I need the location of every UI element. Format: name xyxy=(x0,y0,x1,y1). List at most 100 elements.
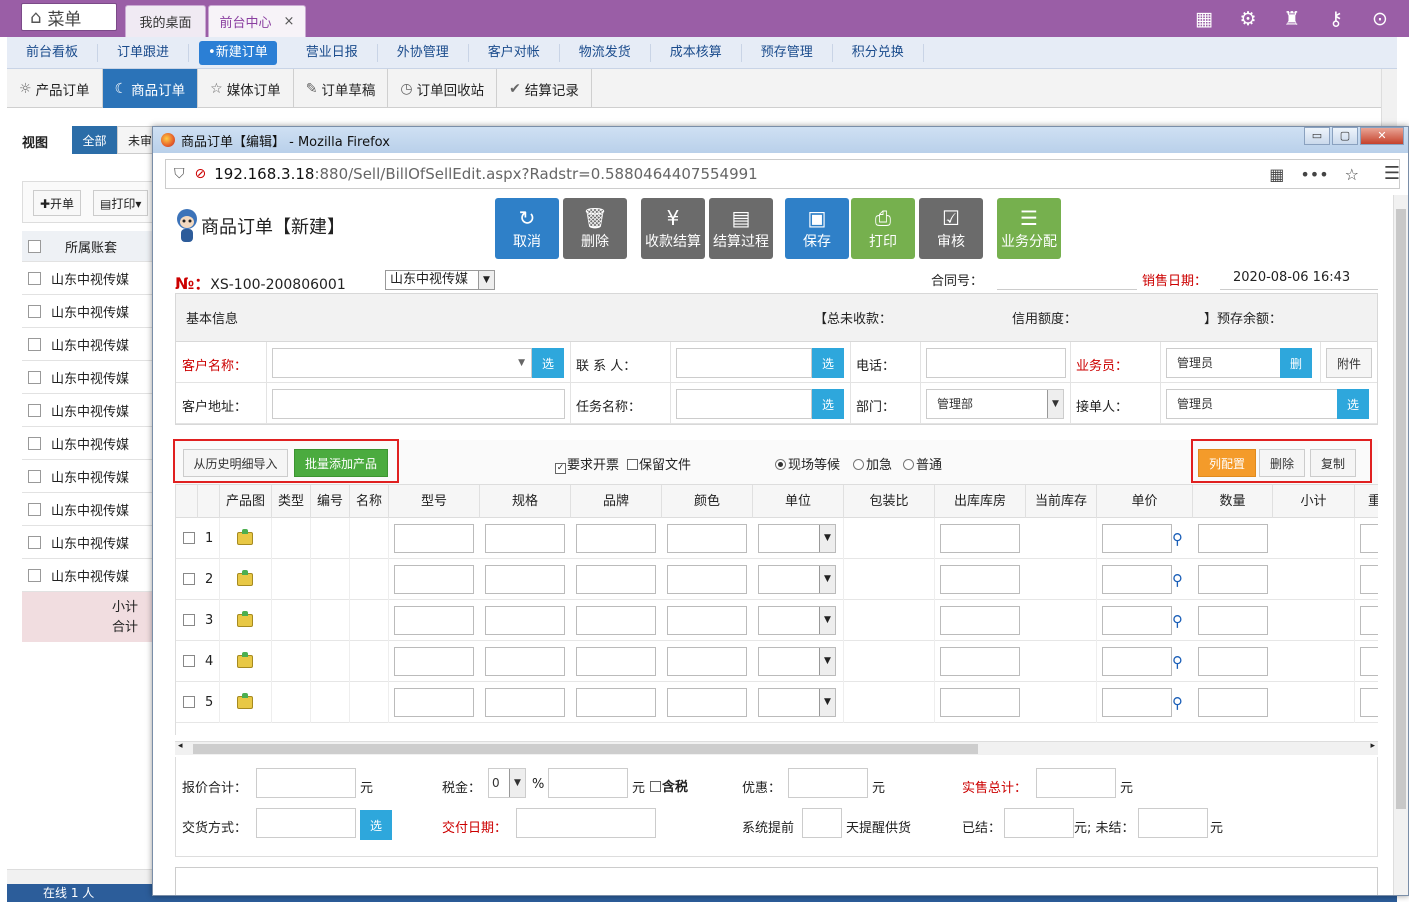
grid-text-input[interactable] xyxy=(485,565,565,594)
list-item[interactable]: 山东中视传媒 xyxy=(22,493,162,526)
grid-text-input[interactable] xyxy=(485,524,565,553)
table-row[interactable]: 4 ▼ ⚲ xyxy=(176,641,1378,682)
discount-input[interactable] xyxy=(788,768,868,798)
weight-input[interactable] xyxy=(1360,688,1378,717)
contact-pick-button[interactable]: 选 xyxy=(812,348,844,378)
department-select[interactable]: 管理部 ▼ xyxy=(926,389,1064,419)
qr-code-icon[interactable]: ▦ xyxy=(1269,165,1284,184)
sale-date-value[interactable]: 2020-08-06 16:43 xyxy=(1233,270,1350,285)
menu-button[interactable]: ⌂ 菜单 xyxy=(21,3,117,31)
chevron-down-icon[interactable]: ⊙ xyxy=(1369,8,1391,30)
column-config-button[interactable]: 列配置 xyxy=(1198,449,1256,477)
row-checkbox[interactable] xyxy=(28,403,41,417)
tab-order-recycle[interactable]: ◷ 订单回收站 xyxy=(388,69,498,108)
row-checkbox[interactable] xyxy=(28,535,41,549)
table-row[interactable]: 1 ▼ ⚲ xyxy=(176,518,1378,559)
task-name-input[interactable] xyxy=(676,389,812,419)
settlement-process-button[interactable]: ▤ 结算过程 xyxy=(709,198,773,259)
row-checkbox[interactable] xyxy=(28,370,41,384)
salesperson-input[interactable]: 管理员 xyxy=(1166,348,1281,378)
search-icon[interactable]: ⚲ xyxy=(1172,571,1183,589)
grid-text-input[interactable] xyxy=(667,647,747,676)
unit-price-input[interactable] xyxy=(1102,524,1172,553)
priority-wait-radio[interactable]: 现场等候 xyxy=(775,454,840,473)
import-history-button[interactable]: 从历史明细导入 xyxy=(183,449,288,477)
grid-text-input[interactable] xyxy=(667,688,747,717)
tab-media-order[interactable]: ☆ 媒体订单 xyxy=(198,69,294,108)
weight-input[interactable] xyxy=(1360,606,1378,635)
window-vscrollbar[interactable] xyxy=(1393,195,1408,895)
grid-hscrollbar[interactable]: ◂ ▸ xyxy=(175,741,1378,755)
remarks-area[interactable] xyxy=(175,867,1378,895)
scroll-right-icon[interactable]: ▸ xyxy=(1370,741,1375,751)
search-icon[interactable]: ⚲ xyxy=(1172,694,1183,712)
list-hscrollbar[interactable] xyxy=(7,869,157,884)
weight-input[interactable] xyxy=(1360,565,1378,594)
phone-input[interactable] xyxy=(926,348,1066,378)
receiver-input[interactable]: 管理员 xyxy=(1166,389,1338,419)
priority-urgent-radio[interactable]: 加急 xyxy=(853,454,892,473)
grid-icon[interactable]: ▦ xyxy=(1193,8,1215,30)
quote-total-input[interactable] xyxy=(256,768,356,798)
grid-text-input[interactable] xyxy=(485,606,565,635)
search-icon[interactable]: ⚲ xyxy=(1172,612,1183,630)
row-checkbox[interactable] xyxy=(28,469,41,483)
row-checkbox[interactable] xyxy=(183,573,195,585)
salesperson-delete-button[interactable]: 删 xyxy=(1280,348,1312,378)
quantity-input[interactable] xyxy=(1198,606,1268,635)
window-titlebar[interactable]: 商品订单【编辑】 - Mozilla Firefox ▭ ▢ ✕ xyxy=(153,127,1408,153)
nav-new-order[interactable]: •新建订单 xyxy=(199,40,277,65)
tax-rate-select[interactable]: 0 ▼ xyxy=(488,768,526,798)
warehouse-input[interactable] xyxy=(940,565,1020,594)
quantity-input[interactable] xyxy=(1198,565,1268,594)
scroll-left-icon[interactable]: ◂ xyxy=(178,741,183,751)
delete-rows-button[interactable]: 删除 xyxy=(1259,449,1305,477)
grid-text-input[interactable] xyxy=(394,606,474,635)
bookmark-star-icon[interactable]: ☆ xyxy=(1345,165,1359,184)
search-icon[interactable]: ⚲ xyxy=(1172,530,1183,548)
grid-text-input[interactable] xyxy=(485,647,565,676)
search-icon[interactable]: ⚲ xyxy=(1172,653,1183,671)
filter-all-button[interactable]: 全部 xyxy=(72,126,117,154)
contract-input[interactable] xyxy=(997,289,1137,290)
grid-text-input[interactable] xyxy=(394,688,474,717)
nav-customer-reconcile[interactable]: 客户对帐 xyxy=(469,43,560,62)
delivery-date-input[interactable] xyxy=(516,808,656,838)
list-item[interactable]: 山东中视传媒 xyxy=(22,394,162,427)
task-pick-button[interactable]: 选 xyxy=(812,389,844,419)
tab-product-order[interactable]: ☼ 产品订单 xyxy=(7,69,103,108)
tab-my-desktop[interactable]: 我的桌面 xyxy=(125,5,206,37)
warehouse-input[interactable] xyxy=(940,647,1020,676)
attachment-button[interactable]: 附件 xyxy=(1326,348,1372,378)
tab-front-center[interactable]: 前台中心 × xyxy=(208,5,306,37)
row-checkbox[interactable] xyxy=(28,337,41,351)
weight-input[interactable] xyxy=(1360,647,1378,676)
warehouse-input[interactable] xyxy=(940,688,1020,717)
row-checkbox[interactable] xyxy=(183,614,195,626)
grid-text-input[interactable] xyxy=(667,606,747,635)
tab-order-draft[interactable]: ✎ 订单草稿 xyxy=(294,69,389,108)
warehouse-input[interactable] xyxy=(940,606,1020,635)
row-checkbox[interactable] xyxy=(183,532,195,544)
copy-rows-button[interactable]: 复制 xyxy=(1310,449,1356,477)
print-button[interactable]: ⎙ 打印 xyxy=(851,198,915,259)
unit-price-input[interactable] xyxy=(1102,606,1172,635)
row-checkbox[interactable] xyxy=(28,304,41,318)
close-icon[interactable]: × xyxy=(284,14,295,29)
nav-frontdesk-board[interactable]: 前台看板 xyxy=(7,43,99,62)
nav-logistics[interactable]: 物流发货 xyxy=(560,43,651,62)
row-checkbox[interactable] xyxy=(28,568,41,582)
shirt-icon[interactable]: ♜ xyxy=(1281,8,1303,30)
row-checkbox[interactable] xyxy=(28,271,41,285)
gear-icon[interactable]: ⚙ xyxy=(1237,8,1259,30)
grid-text-input[interactable] xyxy=(667,565,747,594)
batch-add-products-button[interactable]: 批量添加产品 xyxy=(294,449,388,477)
delivery-method-input[interactable] xyxy=(256,808,356,838)
keep-file-checkbox[interactable]: 保留文件 xyxy=(627,454,691,473)
list-item[interactable]: 山东中视传媒 xyxy=(22,526,162,559)
shield-icon[interactable]: ⛉ xyxy=(174,166,185,182)
maximize-icon[interactable]: ▢ xyxy=(1332,127,1358,145)
grid-text-input[interactable] xyxy=(485,688,565,717)
close-icon[interactable]: ✕ xyxy=(1360,127,1404,145)
remind-days-input[interactable] xyxy=(802,808,842,838)
